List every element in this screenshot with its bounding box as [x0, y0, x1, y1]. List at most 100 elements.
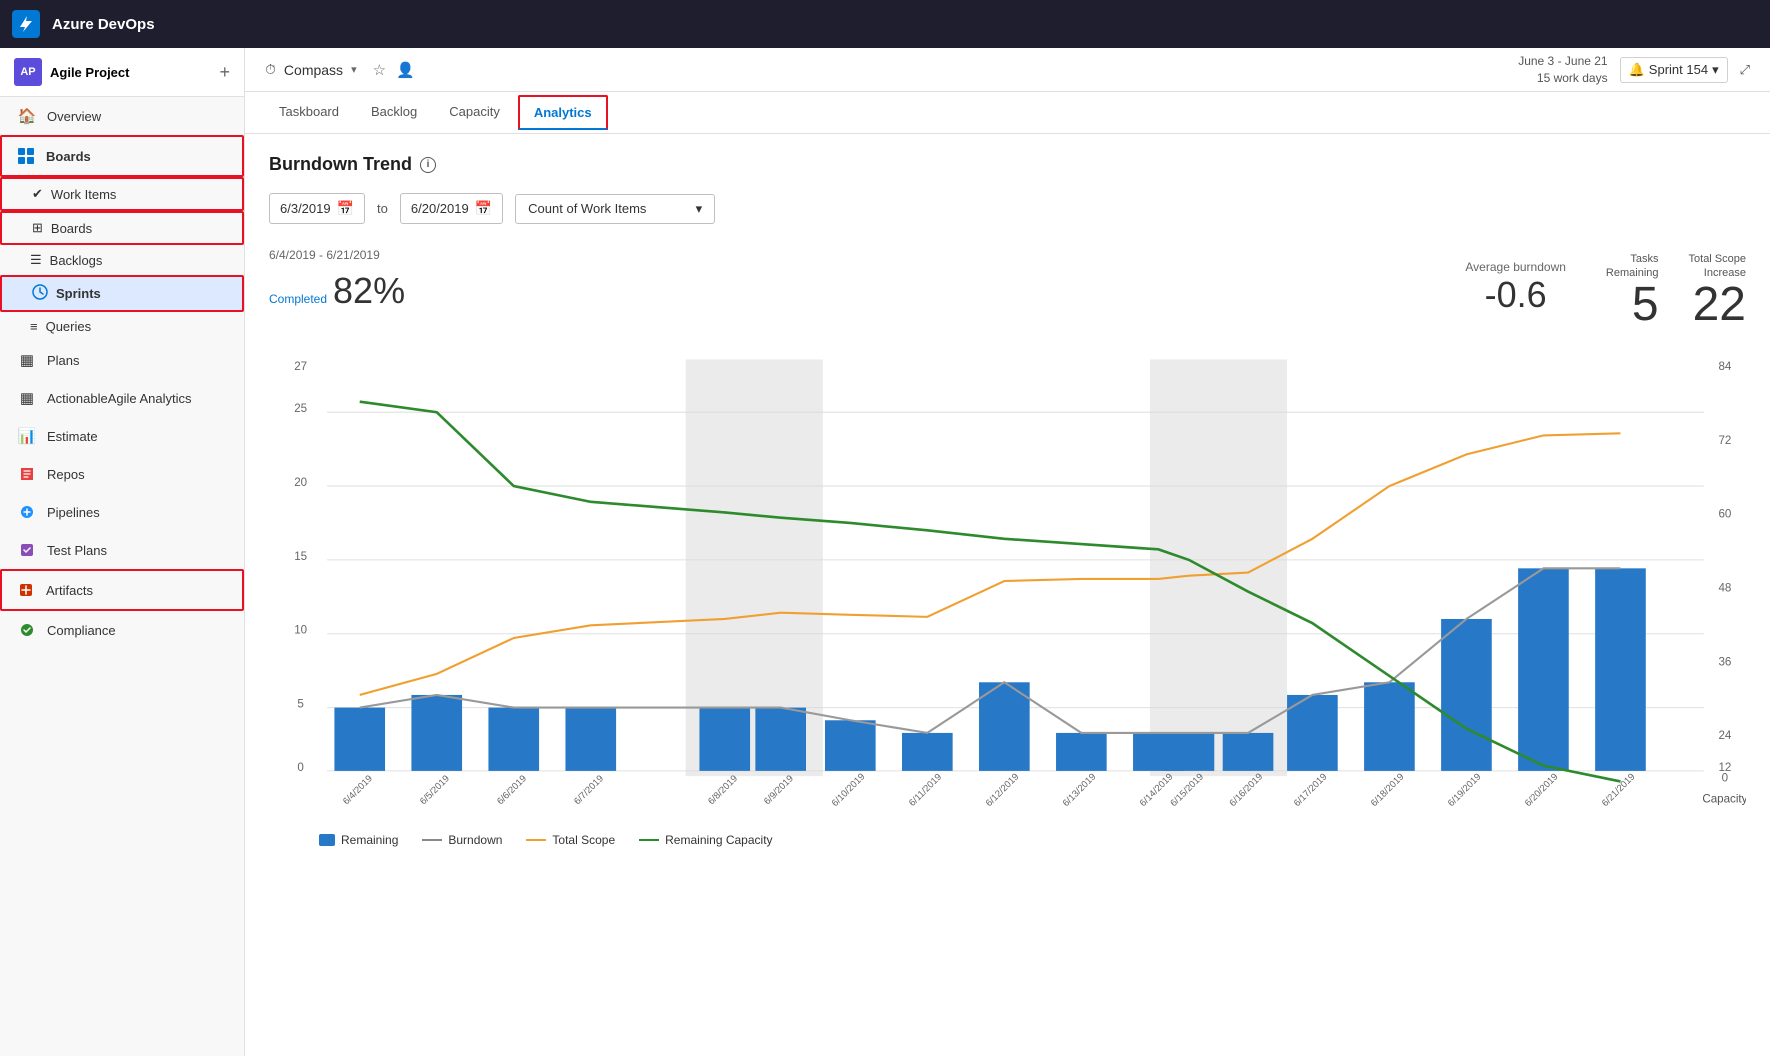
user-icon[interactable]: 👤 — [396, 61, 415, 79]
svg-text:24: 24 — [1718, 729, 1731, 742]
date-from-value: 6/3/2019 — [280, 201, 331, 216]
svg-text:20: 20 — [294, 476, 307, 489]
metric-chevron-icon: ▾ — [696, 201, 703, 217]
sidebar-item-label: Estimate — [47, 429, 98, 444]
sidebar-item-estimate[interactable]: 📊 Estimate — [0, 417, 244, 455]
legend-burndown-line — [422, 839, 442, 841]
expand-icon[interactable]: ⤢ — [1740, 62, 1750, 78]
svg-text:6/19/2019: 6/19/2019 — [1446, 771, 1484, 809]
calendar-from-icon[interactable]: 📅 — [337, 200, 354, 217]
sidebar-item-label: Overview — [47, 109, 101, 124]
pipelines-icon — [17, 502, 37, 522]
compass-icon: ⏱ — [265, 61, 276, 78]
svg-text:6/16/2019: 6/16/2019 — [1227, 771, 1265, 809]
tab-analytics[interactable]: Analytics — [518, 95, 608, 130]
svg-text:6/7/2019: 6/7/2019 — [572, 773, 606, 807]
sidebar-item-artifacts[interactable]: Artifacts — [0, 569, 244, 611]
sidebar-item-repos[interactable]: Repos — [0, 455, 244, 493]
sprints-icon — [32, 284, 48, 303]
svg-text:0: 0 — [1722, 771, 1728, 784]
filters-row: 6/3/2019 📅 to 6/20/2019 📅 Count of Work … — [269, 193, 1746, 224]
sidebar-item-pipelines[interactable]: Pipelines — [0, 493, 244, 531]
sidebar-item-actionable[interactable]: ▦ ActionableAgile Analytics — [0, 379, 244, 417]
sidebar-item-label: Queries — [46, 319, 92, 334]
plans-icon: ▦ — [17, 350, 37, 370]
sprint-selector-label: Sprint 154 — [1649, 62, 1708, 77]
legend-total-scope: Total Scope — [526, 833, 615, 847]
project-name: Agile Project — [50, 65, 211, 80]
burndown-chart: 27 25 20 15 10 5 0 84 72 60 48 36 24 12 … — [269, 341, 1746, 821]
actionable-icon: ▦ — [17, 388, 37, 408]
tab-taskboard[interactable]: Taskboard — [265, 96, 353, 129]
sidebar-item-queries[interactable]: ≡ Queries — [0, 312, 244, 341]
legend-remaining: Remaining — [319, 833, 398, 847]
bar-6-16 — [1223, 733, 1274, 771]
bar-6-6 — [488, 707, 539, 770]
info-icon[interactable]: i — [420, 157, 436, 173]
sidebar-item-overview[interactable]: 🏠 Overview — [0, 97, 244, 135]
sidebar-item-sprints[interactable]: Sprints — [0, 275, 244, 312]
chart-area: 27 25 20 15 10 5 0 84 72 60 48 36 24 12 … — [269, 341, 1746, 821]
main-layout: AP Agile Project + 🏠 Overview Boards ✔ W… — [0, 48, 1770, 1056]
legend-remaining-capacity-line — [639, 839, 659, 841]
bar-6-8 — [699, 707, 750, 770]
topbar-icons: ☆ 👤 — [373, 61, 415, 79]
tab-backlog[interactable]: Backlog — [357, 96, 431, 129]
svg-text:36: 36 — [1718, 655, 1731, 668]
bar-6-19 — [1441, 619, 1492, 771]
svg-text:0: 0 — [297, 760, 303, 773]
svg-text:6/11/2019: 6/11/2019 — [907, 771, 944, 808]
repos-icon — [17, 464, 37, 484]
svg-text:60: 60 — [1718, 507, 1731, 520]
avg-burndown-label: Average burndown — [1465, 260, 1566, 274]
sprint-date-line2: 15 work days — [1518, 70, 1607, 87]
legend-remaining-label: Remaining — [341, 833, 398, 847]
tasks-remaining-value: 5 — [1606, 281, 1659, 329]
compliance-icon — [17, 620, 37, 640]
compass-chevron-icon[interactable]: ▾ — [351, 63, 357, 76]
bar-6-18 — [1364, 682, 1415, 771]
bell-icon: 🔔 — [1629, 62, 1645, 78]
date-to-input[interactable]: 6/20/2019 📅 — [400, 193, 503, 224]
legend-remaining-capacity-label: Remaining Capacity — [665, 833, 772, 847]
date-range-label: 6/4/2019 - 6/21/2019 — [269, 248, 1465, 262]
sprint-selector[interactable]: 🔔 Sprint 154 ▾ — [1620, 57, 1728, 83]
sidebar-item-boards-group[interactable]: Boards — [0, 135, 244, 177]
sidebar-item-backlogs[interactable]: ☰ Backlogs — [0, 245, 244, 275]
sidebar-item-plans[interactable]: ▦ Plans — [0, 341, 244, 379]
legend-remaining-color — [319, 834, 335, 846]
section-title: Burndown Trend i — [269, 154, 1746, 175]
star-icon[interactable]: ☆ — [373, 61, 386, 79]
add-project-button[interactable]: + — [219, 62, 230, 83]
metric-dropdown[interactable]: Count of Work Items ▾ — [515, 194, 715, 224]
calendar-to-icon[interactable]: 📅 — [475, 200, 492, 217]
bar-6-15 — [1164, 733, 1215, 771]
sidebar-item-work-items[interactable]: ✔ Work Items — [0, 177, 244, 211]
svg-text:25: 25 — [294, 402, 307, 415]
bar-6-21 — [1595, 568, 1646, 771]
total-scope-value: 22 — [1689, 281, 1746, 329]
svg-text:6/13/2019: 6/13/2019 — [1061, 771, 1099, 809]
sidebar-item-label: Backlogs — [50, 253, 103, 268]
sidebar-item-boards[interactable]: ⊞ Boards — [0, 211, 244, 245]
sidebar-item-test-plans[interactable]: Test Plans — [0, 531, 244, 569]
bar-6-13 — [1056, 733, 1107, 771]
svg-text:6/18/2019: 6/18/2019 — [1369, 771, 1407, 809]
tab-capacity[interactable]: Capacity — [435, 96, 514, 129]
legend-total-scope-label: Total Scope — [552, 833, 615, 847]
sidebar-item-compliance[interactable]: Compliance — [0, 611, 244, 649]
topbar-right: June 3 - June 21 15 work days 🔔 Sprint 1… — [1518, 53, 1750, 87]
bar-6-4 — [334, 707, 385, 770]
svg-text:10: 10 — [294, 623, 307, 636]
sprint-date-line1: June 3 - June 21 — [1518, 53, 1607, 70]
sidebar-item-label: Boards — [46, 149, 91, 164]
sidebar-item-label: Artifacts — [46, 583, 93, 598]
total-scope-line — [360, 433, 1621, 695]
app-title: Azure DevOps — [52, 16, 155, 33]
queries-icon: ≡ — [30, 319, 38, 334]
svg-text:6/10/2019: 6/10/2019 — [830, 771, 868, 809]
bar-6-20 — [1518, 568, 1569, 771]
svg-text:48: 48 — [1718, 581, 1731, 594]
bar-6-7 — [565, 707, 616, 770]
date-from-input[interactable]: 6/3/2019 📅 — [269, 193, 365, 224]
